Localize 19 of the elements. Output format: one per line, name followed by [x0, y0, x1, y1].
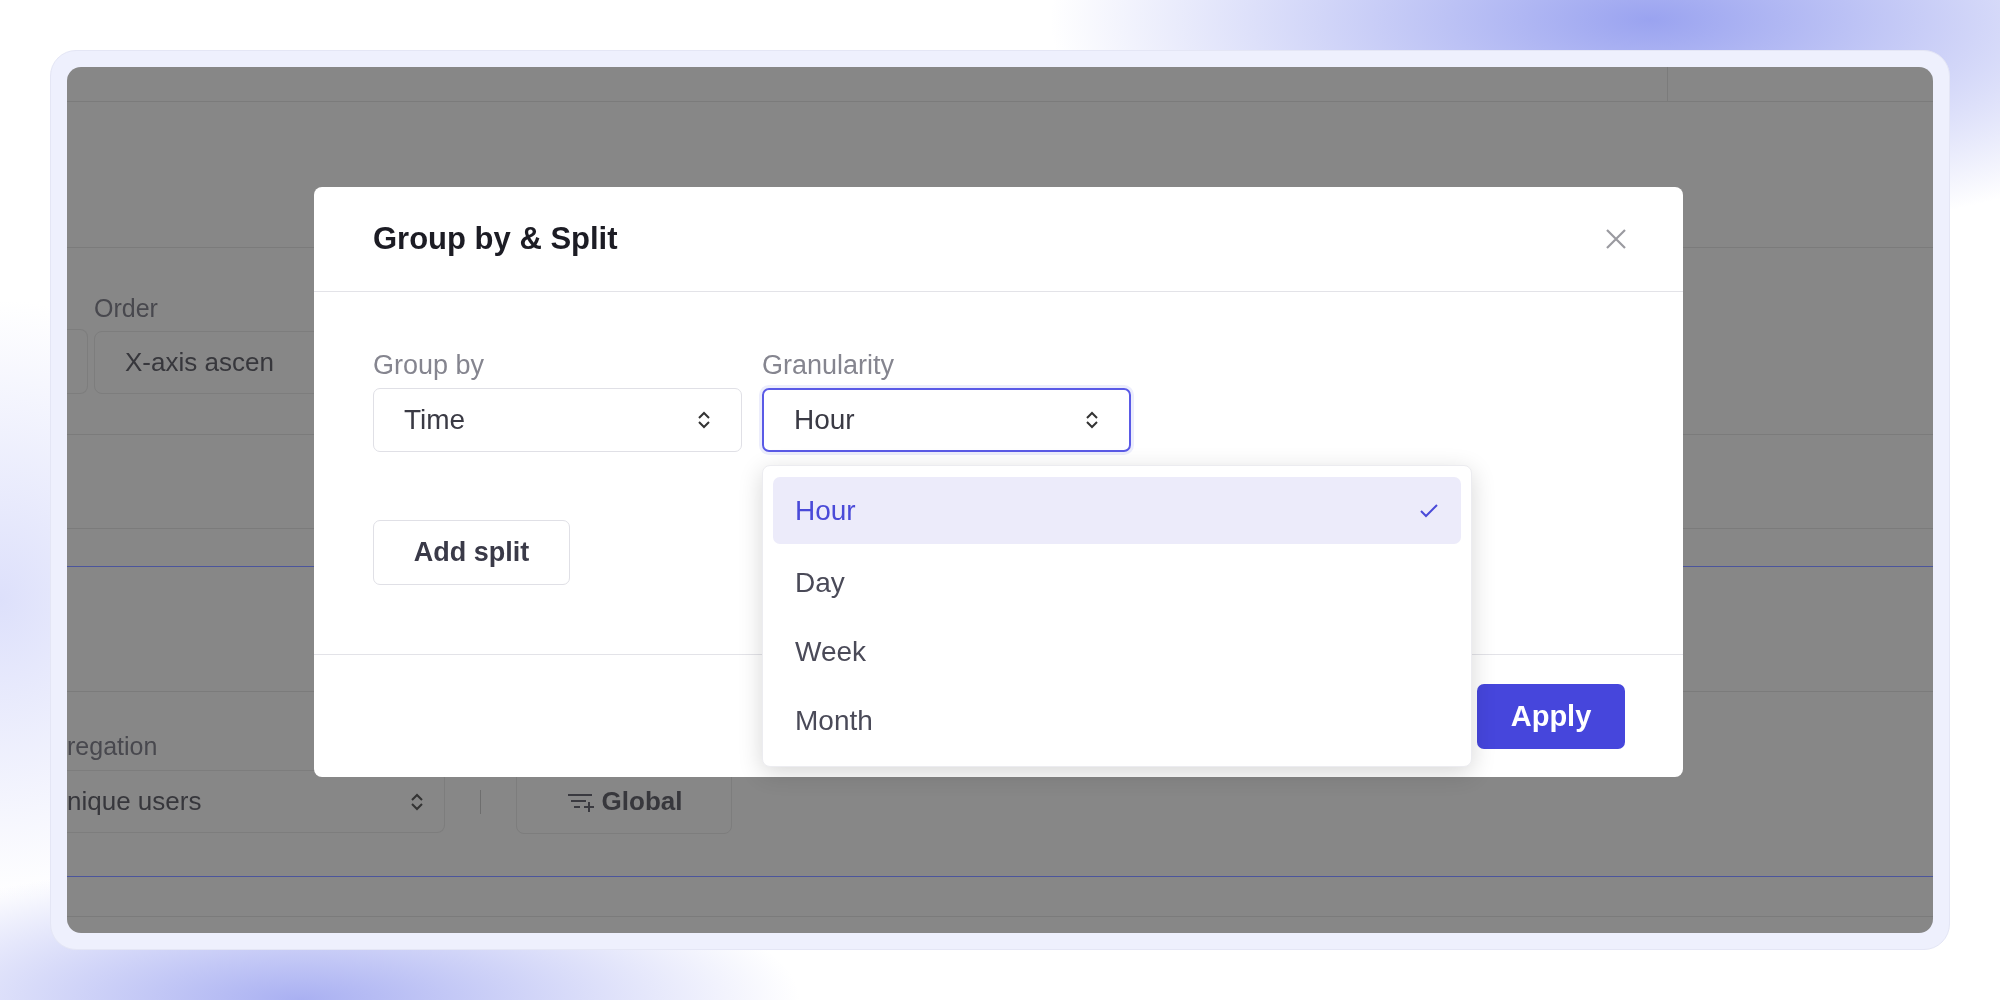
dialog-title: Group by & Split [373, 221, 618, 257]
apply-button[interactable]: Apply [1477, 683, 1625, 749]
dropdown-option[interactable]: Day [773, 548, 1461, 617]
dropdown-option[interactable]: Month [773, 686, 1461, 755]
field-label: Granularity [762, 350, 896, 381]
add-split-button[interactable]: Add split [373, 520, 570, 585]
dropdown-option[interactable]: Hour [773, 477, 1461, 544]
field-label: Group by [373, 350, 486, 381]
chevron-icon [410, 791, 424, 812]
dropdown-option[interactable]: Week [773, 617, 1461, 686]
chevron-icon [697, 410, 711, 430]
select-field[interactable] [67, 329, 88, 394]
field-label: Order [94, 294, 159, 323]
close-icon[interactable] [1605, 228, 1627, 250]
field-label: regation [67, 732, 159, 761]
select-field[interactable]: Hour [762, 388, 1131, 452]
check-icon [1419, 502, 1439, 519]
select-field[interactable]: Time [373, 388, 742, 452]
chevron-icon [1085, 410, 1099, 430]
